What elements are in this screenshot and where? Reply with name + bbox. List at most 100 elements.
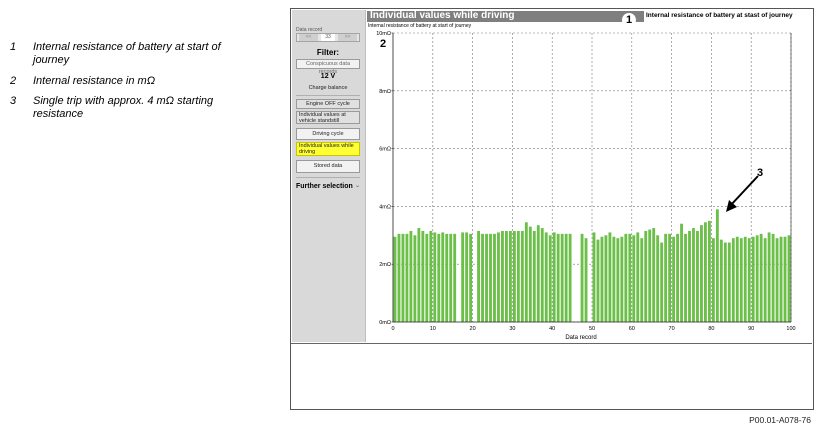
bar — [401, 233, 405, 322]
voltage-label: 12 V — [320, 73, 336, 80]
legend-num: 1 — [10, 41, 17, 53]
bar — [743, 236, 747, 322]
bar — [393, 236, 397, 322]
y-tick-label: 6mΩ — [379, 147, 391, 153]
while-driving-button[interactable]: Individual values while driving — [296, 142, 360, 156]
bar — [485, 233, 488, 322]
bar — [700, 225, 703, 322]
bar — [584, 238, 588, 322]
bar — [501, 230, 504, 322]
bar — [656, 235, 660, 322]
bar — [696, 230, 699, 322]
bar — [719, 239, 723, 322]
charge-balance-label: Charge balance — [308, 85, 348, 91]
x-tick-label: 100 — [786, 326, 795, 332]
record-number[interactable]: 33 — [321, 34, 335, 41]
x-tick-label: 30 — [509, 326, 515, 332]
bar — [767, 232, 771, 322]
further-selection-label: Further selection — [296, 183, 353, 190]
bar — [445, 233, 449, 322]
bar — [616, 238, 620, 322]
chevron-left-icon[interactable]: << — [299, 34, 318, 41]
bar — [409, 230, 413, 322]
x-tick-label: 90 — [748, 326, 754, 332]
bar — [504, 230, 508, 322]
bar — [707, 220, 711, 322]
x-axis-label: Data record — [565, 335, 596, 341]
legend-num: 2 — [10, 75, 17, 87]
bar — [481, 233, 484, 322]
bar — [644, 230, 648, 322]
bar — [528, 226, 532, 322]
chart-subtitle: Internal resistance of battery at start … — [368, 23, 472, 29]
bar — [425, 233, 429, 322]
further-selection-dropdown[interactable]: Further selection ⌄ — [296, 181, 360, 192]
bar — [640, 238, 644, 322]
divider — [296, 95, 360, 96]
bar — [596, 239, 600, 322]
legend-text: Single trip with approx. 4 mΩ starting r… — [33, 95, 214, 120]
standstill-values-button[interactable]: Individual values at vehicle standstill — [296, 111, 360, 124]
x-tick-label: 80 — [708, 326, 714, 332]
chevron-right-icon[interactable]: >> — [338, 34, 357, 41]
bar — [465, 232, 469, 322]
bar — [449, 233, 453, 322]
x-tick-label: 70 — [669, 326, 675, 332]
bar — [612, 236, 616, 322]
bar — [660, 242, 664, 322]
bar — [711, 238, 715, 322]
bar — [775, 238, 779, 322]
bar — [544, 232, 548, 322]
bar — [417, 228, 421, 322]
bar — [779, 236, 783, 322]
legend-text: Internal resistance in mΩ — [33, 75, 156, 87]
x-tick-label: 10 — [430, 326, 436, 332]
filter-label: Filter: — [316, 48, 340, 57]
bar — [556, 233, 560, 322]
x-tick-label: 50 — [589, 326, 595, 332]
driving-cycle-button[interactable]: Driving cycle — [296, 128, 360, 140]
engine-off-cycle-button[interactable]: Engine OFF cycle — [296, 99, 360, 109]
bar — [461, 232, 465, 322]
bar — [548, 235, 552, 322]
bar — [723, 242, 727, 322]
bar — [552, 232, 556, 322]
bar — [715, 209, 719, 322]
bar — [564, 233, 568, 322]
bar — [672, 236, 676, 322]
callout-1-badge: 1 — [622, 13, 636, 27]
bar — [421, 230, 425, 322]
bar — [441, 232, 445, 322]
y-tick-label: 10mΩ — [376, 31, 391, 37]
bar — [763, 238, 767, 322]
bar — [771, 233, 775, 322]
bar — [620, 236, 624, 322]
bar — [489, 233, 492, 322]
bar — [477, 230, 481, 322]
bar — [508, 230, 512, 322]
bar — [648, 229, 652, 322]
bar — [747, 238, 751, 322]
bar — [453, 233, 457, 322]
bar — [755, 235, 759, 322]
chevron-down-icon[interactable]: ⌄ — [355, 181, 360, 192]
bar — [580, 233, 584, 322]
stored-data-button[interactable]: Stored data — [296, 160, 360, 173]
bar — [497, 232, 500, 322]
bar — [680, 223, 683, 322]
bar — [413, 235, 417, 322]
data-record-stepper[interactable]: << 33 >> — [296, 33, 360, 42]
control-panel: Data record << 33 >> Filter: Conspicuous… — [292, 10, 366, 342]
bar — [433, 232, 437, 322]
bar — [688, 230, 691, 322]
bar — [405, 233, 409, 322]
bar — [524, 222, 528, 322]
bar — [604, 235, 608, 322]
conspicuous-data-records-button[interactable]: Conspicuous data records — [296, 59, 360, 75]
bar — [628, 233, 632, 322]
bar — [703, 222, 707, 322]
bar — [632, 235, 636, 322]
bar — [692, 228, 695, 322]
bar — [493, 233, 496, 322]
bar — [429, 230, 433, 322]
